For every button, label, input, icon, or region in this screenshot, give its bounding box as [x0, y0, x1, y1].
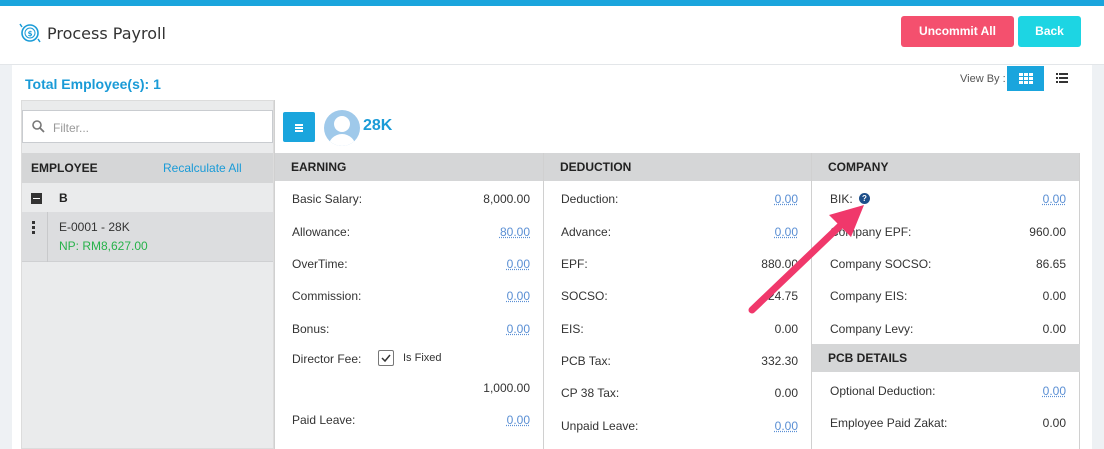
list-view-button[interactable]	[1050, 66, 1075, 91]
earning-value-link[interactable]: 0.00	[440, 413, 530, 427]
deduction-label: SOCSO:	[561, 289, 608, 303]
employee-group[interactable]: B	[22, 183, 273, 212]
back-button[interactable]: Back	[1018, 16, 1081, 47]
company-label: Company EPF:	[830, 225, 912, 239]
company-value-link[interactable]: 0.00	[976, 192, 1066, 206]
employee-code: E-0001 - 28K	[59, 220, 130, 234]
company-label: BIK:	[830, 192, 853, 206]
menu-button[interactable]	[283, 112, 315, 142]
group-name: B	[59, 191, 68, 205]
earning-label: OverTime:	[292, 257, 348, 271]
pcb-value-link[interactable]: 0.00	[976, 384, 1066, 398]
deduction-value-link[interactable]: 0.00	[708, 419, 798, 433]
deduction-value-link[interactable]: 0.00	[708, 192, 798, 206]
filter-placeholder: Filter...	[53, 121, 90, 135]
deduction-value: 24.75	[767, 289, 798, 303]
column-divider	[811, 153, 812, 449]
grid-view-icon	[1019, 73, 1033, 84]
page-title: Process Payroll	[47, 24, 166, 43]
row-menu-icon[interactable]	[32, 221, 35, 236]
deduction-value: 0.00	[774, 386, 798, 400]
deduction-label: Advance:	[561, 225, 612, 239]
payroll-logo-icon: $	[19, 23, 41, 43]
company-header: COMPANY	[812, 153, 1080, 181]
earning-label: Commission:	[292, 289, 362, 303]
earning-value-link[interactable]: 0.00	[440, 257, 530, 271]
filter-input[interactable]: Filter...	[22, 110, 273, 143]
is-fixed-checkbox[interactable]	[378, 350, 394, 366]
pcb-label: Employee Paid Zakat:	[830, 416, 948, 430]
company-label: Company EIS:	[830, 289, 908, 303]
employee-net-pay: NP: RM8,627.00	[59, 239, 148, 253]
deduction-label: EPF:	[561, 257, 588, 271]
checkbox-checked-icon	[381, 354, 391, 363]
collapse-icon[interactable]	[31, 193, 42, 204]
earning-value-link[interactable]: 0.00	[440, 289, 530, 303]
employee-column-title: EMPLOYEE	[31, 161, 98, 175]
recalculate-all-link[interactable]: Recalculate All	[163, 161, 242, 175]
earning-label: Bonus:	[292, 322, 330, 336]
row-divider	[47, 212, 48, 262]
employee-list-item[interactable]: E-0001 - 28K NP: RM8,627.00	[22, 212, 273, 262]
column-divider	[274, 100, 275, 449]
grid-view-button[interactable]	[1007, 66, 1044, 91]
list-view-icon	[1056, 73, 1068, 83]
pcb-details-header: PCB DETAILS	[812, 344, 1080, 372]
column-divider	[1079, 153, 1080, 449]
earning-label: Paid Leave:	[292, 413, 356, 427]
earning-label: Director Fee:	[292, 352, 362, 366]
company-label: Company Levy:	[830, 322, 914, 336]
earning-value-link[interactable]: 80.00	[440, 225, 530, 239]
earning-value-link[interactable]: 0.00	[440, 322, 530, 336]
company-label: Company SOCSO:	[830, 257, 932, 271]
view-by-label: View By :	[960, 73, 1006, 85]
company-value: 86.65	[1035, 257, 1066, 271]
earning-label: Allowance:	[292, 225, 351, 239]
is-fixed-label: Is Fixed	[403, 352, 442, 364]
help-icon[interactable]: ?	[859, 193, 870, 204]
uncommit-all-button[interactable]: Uncommit All	[901, 16, 1014, 47]
search-icon	[32, 120, 45, 133]
deduction-value-link[interactable]: 0.00	[708, 225, 798, 239]
avatar-icon	[324, 110, 360, 146]
pcb-label: Optional Deduction:	[830, 384, 936, 398]
deduction-label: PCB Tax:	[561, 354, 611, 368]
company-value: 0.00	[1042, 289, 1066, 303]
deduction-value: 332.30	[761, 354, 798, 368]
earning-label: Basic Salary:	[292, 192, 363, 206]
deduction-label: Unpaid Leave:	[561, 419, 639, 433]
company-value: 960.00	[1029, 225, 1066, 239]
deduction-value: 880.00	[761, 257, 798, 271]
deduction-label: EIS:	[561, 322, 584, 336]
employee-name: 28K	[363, 117, 393, 134]
earning-value: 8,000.00	[483, 192, 530, 206]
menu-icon	[295, 124, 303, 126]
employee-list-header: EMPLOYEE Recalculate All	[22, 153, 273, 183]
pcb-value: 0.00	[1042, 416, 1066, 430]
earning-header: EARNING	[275, 153, 543, 181]
svg-text:$: $	[28, 30, 33, 38]
deduction-value: 0.00	[774, 322, 798, 336]
total-employees: Total Employee(s): 1	[25, 76, 161, 92]
deduction-label: CP 38 Tax:	[561, 386, 620, 400]
deduction-label: Deduction:	[561, 192, 619, 206]
director-fee-value[interactable]: 1,000.00	[440, 381, 530, 395]
deduction-header: DEDUCTION	[544, 153, 811, 181]
column-divider	[543, 153, 544, 449]
company-value: 0.00	[1042, 322, 1066, 336]
